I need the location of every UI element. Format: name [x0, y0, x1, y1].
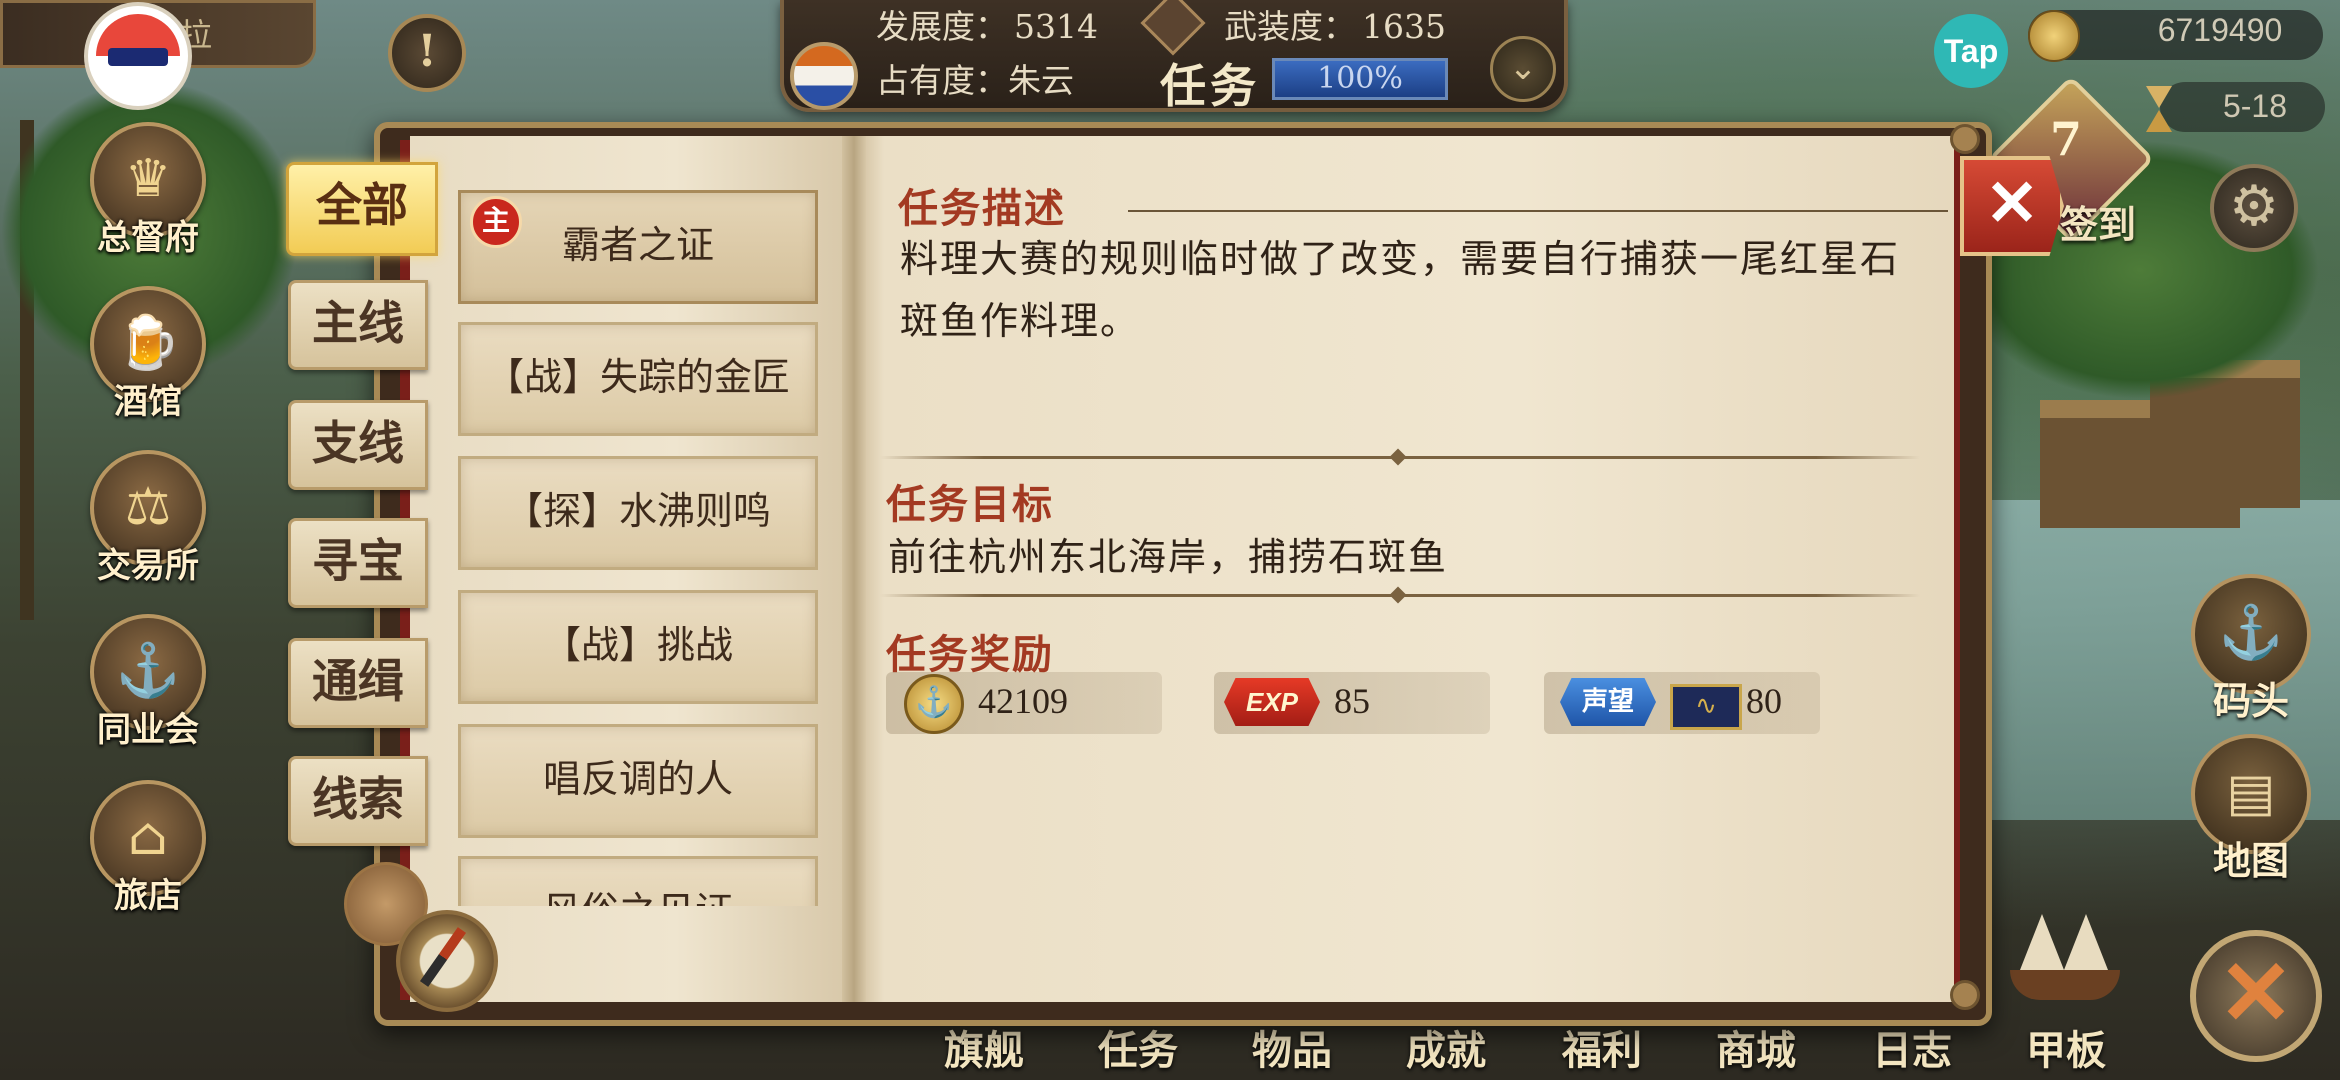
- reputation-icon: 声望: [1560, 678, 1656, 726]
- close-menu-icon[interactable]: ✕: [2190, 930, 2322, 1062]
- armament-label: 武装度：: [1224, 7, 1356, 46]
- coin-icon: [2028, 10, 2080, 62]
- development-stat: 发展度： 5314: [876, 0, 1098, 48]
- exp-icon: EXP: [1224, 678, 1320, 726]
- quest-target: 前往杭州东北海岸，捕捞石斑鱼: [888, 535, 1449, 579]
- gold-coin-icon: ⚓: [904, 674, 964, 734]
- panel-rivet: [1950, 980, 1980, 1010]
- occupancy-label: 占有度：: [876, 61, 1008, 100]
- date-value: 5-18: [2222, 88, 2288, 124]
- quest-list[interactable]: 霸者之证 【战】失踪的金匠 【探】水沸则鸣 【战】挑战 唱反调的人 风俗之见证: [454, 186, 820, 906]
- nav-label: 交易所: [97, 546, 199, 586]
- quest-item[interactable]: 【战】挑战: [458, 590, 818, 704]
- bottom-nav-shop[interactable]: 商城: [1716, 1018, 1796, 1076]
- tap-icon[interactable]: Tap: [1934, 14, 2008, 88]
- bottom-nav-log[interactable]: 日志: [1872, 1018, 1952, 1076]
- progress-label: 100%: [1317, 61, 1403, 96]
- description-header: 任务描述: [898, 185, 1066, 232]
- nav-label: 旅店: [114, 876, 182, 916]
- quest-description: 料理大赛的规则临时做了改变，需要自行捕获一尾红星石斑鱼作料理。: [900, 237, 1901, 343]
- signin-label[interactable]: 签到: [2060, 194, 2136, 249]
- reward-gold-value: 42109: [978, 681, 1068, 721]
- nav-map[interactable]: ▤ 地图: [2186, 734, 2316, 885]
- nav-label: 码头: [2212, 678, 2289, 723]
- nav-label: 酒馆: [114, 382, 182, 422]
- task-progress-bar: 100%: [1272, 58, 1448, 100]
- main-quest-badge: 主: [470, 196, 522, 248]
- panel-rivet: [1950, 124, 1980, 154]
- tab-all[interactable]: 全部: [286, 162, 438, 256]
- quest-item[interactable]: 【战】失踪的金匠: [458, 322, 818, 436]
- gear-icon[interactable]: ⚙: [2210, 164, 2298, 252]
- exclamation-icon[interactable]: !: [388, 14, 466, 92]
- nav-dock[interactable]: ⚓ 码头: [2186, 574, 2316, 725]
- header-underline: [1128, 210, 1948, 212]
- bottom-nav-tasks[interactable]: 任务: [1098, 1018, 1178, 1076]
- nav-label: 总督府: [97, 218, 199, 258]
- tab-side-quest[interactable]: 支线: [288, 400, 428, 490]
- quest-item[interactable]: 【探】水沸则鸣: [458, 456, 818, 570]
- compass-icon[interactable]: [396, 910, 498, 1012]
- reward-reputation-value: 80: [1746, 681, 1782, 721]
- close-icon[interactable]: ✕: [1960, 156, 2064, 256]
- nav-label: 地图: [2212, 838, 2289, 883]
- nation-flag-icon[interactable]: [790, 42, 858, 110]
- quest-item[interactable]: 风俗之见证: [458, 856, 818, 906]
- bottom-nav-welfare[interactable]: 福利: [1562, 1018, 1642, 1076]
- tab-clues[interactable]: 线索: [288, 756, 428, 846]
- avatar[interactable]: [88, 6, 188, 106]
- chevron-down-icon[interactable]: ⌄: [1490, 36, 1556, 102]
- armament-stat: 武装度： 1635: [1224, 0, 1446, 48]
- bottom-nav-achievements[interactable]: 成就: [1406, 1018, 1486, 1076]
- armament-value: 1635: [1362, 7, 1446, 46]
- ship-icon[interactable]: [2010, 908, 2120, 1008]
- tab-wanted[interactable]: 通缉: [288, 638, 428, 728]
- nav-governor-office[interactable]: ♛ 总督府: [88, 122, 208, 259]
- tab-main-story[interactable]: 主线: [288, 280, 428, 370]
- bottom-nav-deck[interactable]: 甲板: [2026, 1018, 2106, 1076]
- reward-exp-value: 85: [1334, 681, 1370, 721]
- target-header: 任务目标: [886, 481, 1054, 528]
- bottom-nav-items[interactable]: 物品: [1252, 1018, 1332, 1076]
- tab-treasure[interactable]: 寻宝: [288, 518, 428, 608]
- nav-inn[interactable]: ⌂ 旅店: [88, 780, 208, 917]
- dragon-flag-icon: ∿: [1670, 684, 1742, 730]
- signin-badge-number: 7: [2050, 112, 2083, 166]
- avatar-mask: [108, 48, 168, 66]
- quest-item[interactable]: 唱反调的人: [458, 724, 818, 838]
- book-spine: [842, 136, 866, 1002]
- nav-guild[interactable]: ⚓ 同业会: [88, 614, 208, 751]
- hourglass-icon: [2140, 80, 2178, 138]
- ship-sail: [2020, 914, 2064, 970]
- occupancy-stat: 占有度：朱云: [876, 54, 1074, 102]
- ship-sail: [2064, 914, 2108, 970]
- development-label: 发展度：: [876, 7, 1008, 46]
- development-value: 5314: [1014, 7, 1098, 46]
- ship-hull: [2010, 970, 2120, 1000]
- nav-label: 同业会: [97, 710, 199, 750]
- nav-exchange[interactable]: ⚖ 交易所: [88, 450, 208, 587]
- task-title: 任务: [1160, 59, 1260, 113]
- nav-tavern[interactable]: 🍺 酒馆: [88, 286, 208, 423]
- coin-value: 6719490: [2157, 12, 2283, 48]
- occupancy-value: 朱云: [1008, 61, 1074, 100]
- bottom-nav-flagship[interactable]: 旗舰: [944, 1018, 1024, 1076]
